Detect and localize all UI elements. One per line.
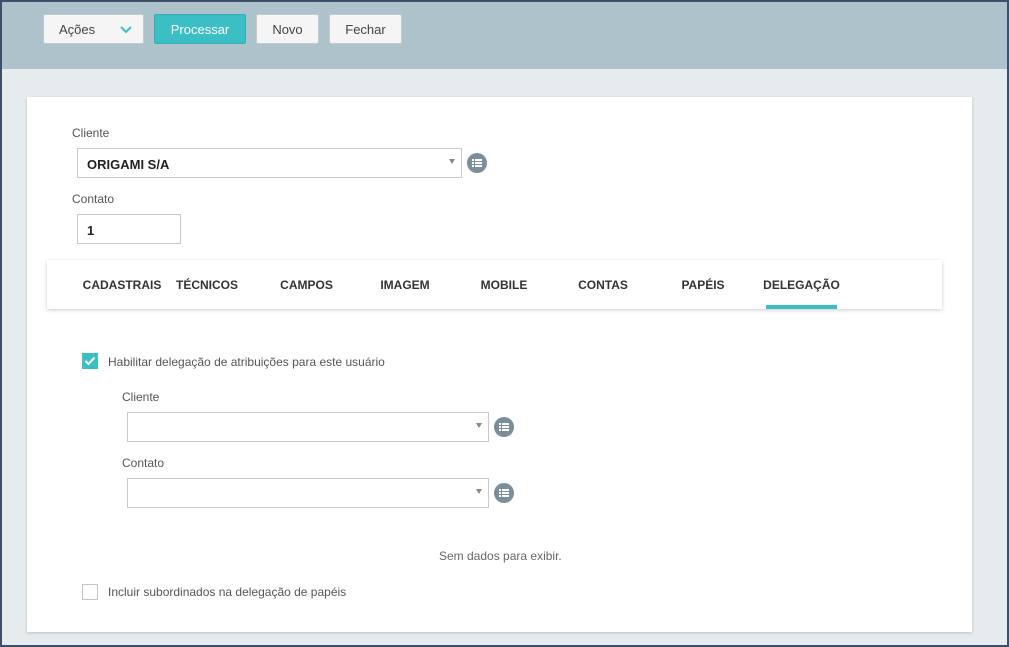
tab-mobile[interactable]: MOBILE	[480, 260, 528, 309]
tab-delegacao[interactable]: DELEGAÇÃO	[763, 260, 840, 309]
list-icon[interactable]	[467, 153, 487, 173]
list-icon[interactable]	[494, 417, 514, 437]
tab-tecnicos[interactable]: TÉCNICOS	[176, 260, 238, 309]
caret-down-icon	[449, 159, 455, 164]
no-data-message: Sem dados para exibir.	[439, 549, 562, 563]
tab-bar: CADASTRAIS TÉCNICOS CAMPOS IMAGEM MOBILE…	[47, 260, 942, 309]
contact-label: Contato	[72, 192, 115, 206]
contact-value: 1	[87, 223, 95, 238]
chevron-down-icon	[119, 23, 133, 37]
toolbar: Ações Processar Novo Fechar	[0, 0, 1009, 69]
enable-delegation-label: Habilitar delegação de atribuições para …	[108, 355, 385, 369]
delegation-contact-label: Contato	[122, 456, 165, 470]
client-value: ORIGAMI S/A	[87, 157, 170, 172]
actions-dropdown-button[interactable]: Ações	[43, 14, 144, 44]
actions-label: Ações	[59, 21, 96, 37]
new-button[interactable]: Novo	[256, 14, 319, 44]
client-label: Cliente	[72, 126, 110, 140]
delegation-contact-select[interactable]	[127, 478, 489, 508]
tab-imagem[interactable]: IMAGEM	[379, 260, 431, 309]
enable-delegation-checkbox[interactable]	[82, 353, 98, 369]
include-subordinates-label: Incluir subordinados na delegação de pap…	[108, 585, 347, 599]
delegation-client-select[interactable]	[127, 412, 489, 442]
form-card: Cliente ORIGAMI S/A Contato 1 Habilitar …	[27, 97, 972, 632]
close-button[interactable]: Fechar	[329, 14, 402, 44]
tab-cadastrais[interactable]: CADASTRAIS	[72, 260, 172, 309]
include-subordinates-checkbox[interactable]	[82, 584, 98, 600]
delegation-client-label: Cliente	[122, 390, 160, 404]
tab-campos[interactable]: CAMPOS	[279, 260, 334, 309]
contact-field[interactable]: 1	[77, 214, 181, 244]
caret-down-icon	[476, 489, 482, 494]
process-button[interactable]: Processar	[154, 14, 246, 44]
checkmark-icon	[84, 356, 96, 366]
tab-papeis[interactable]: PAPÉIS	[681, 260, 725, 309]
tab-contas[interactable]: CONTAS	[578, 260, 628, 309]
list-icon[interactable]	[494, 483, 514, 503]
client-select[interactable]: ORIGAMI S/A	[77, 148, 462, 178]
caret-down-icon	[476, 423, 482, 428]
